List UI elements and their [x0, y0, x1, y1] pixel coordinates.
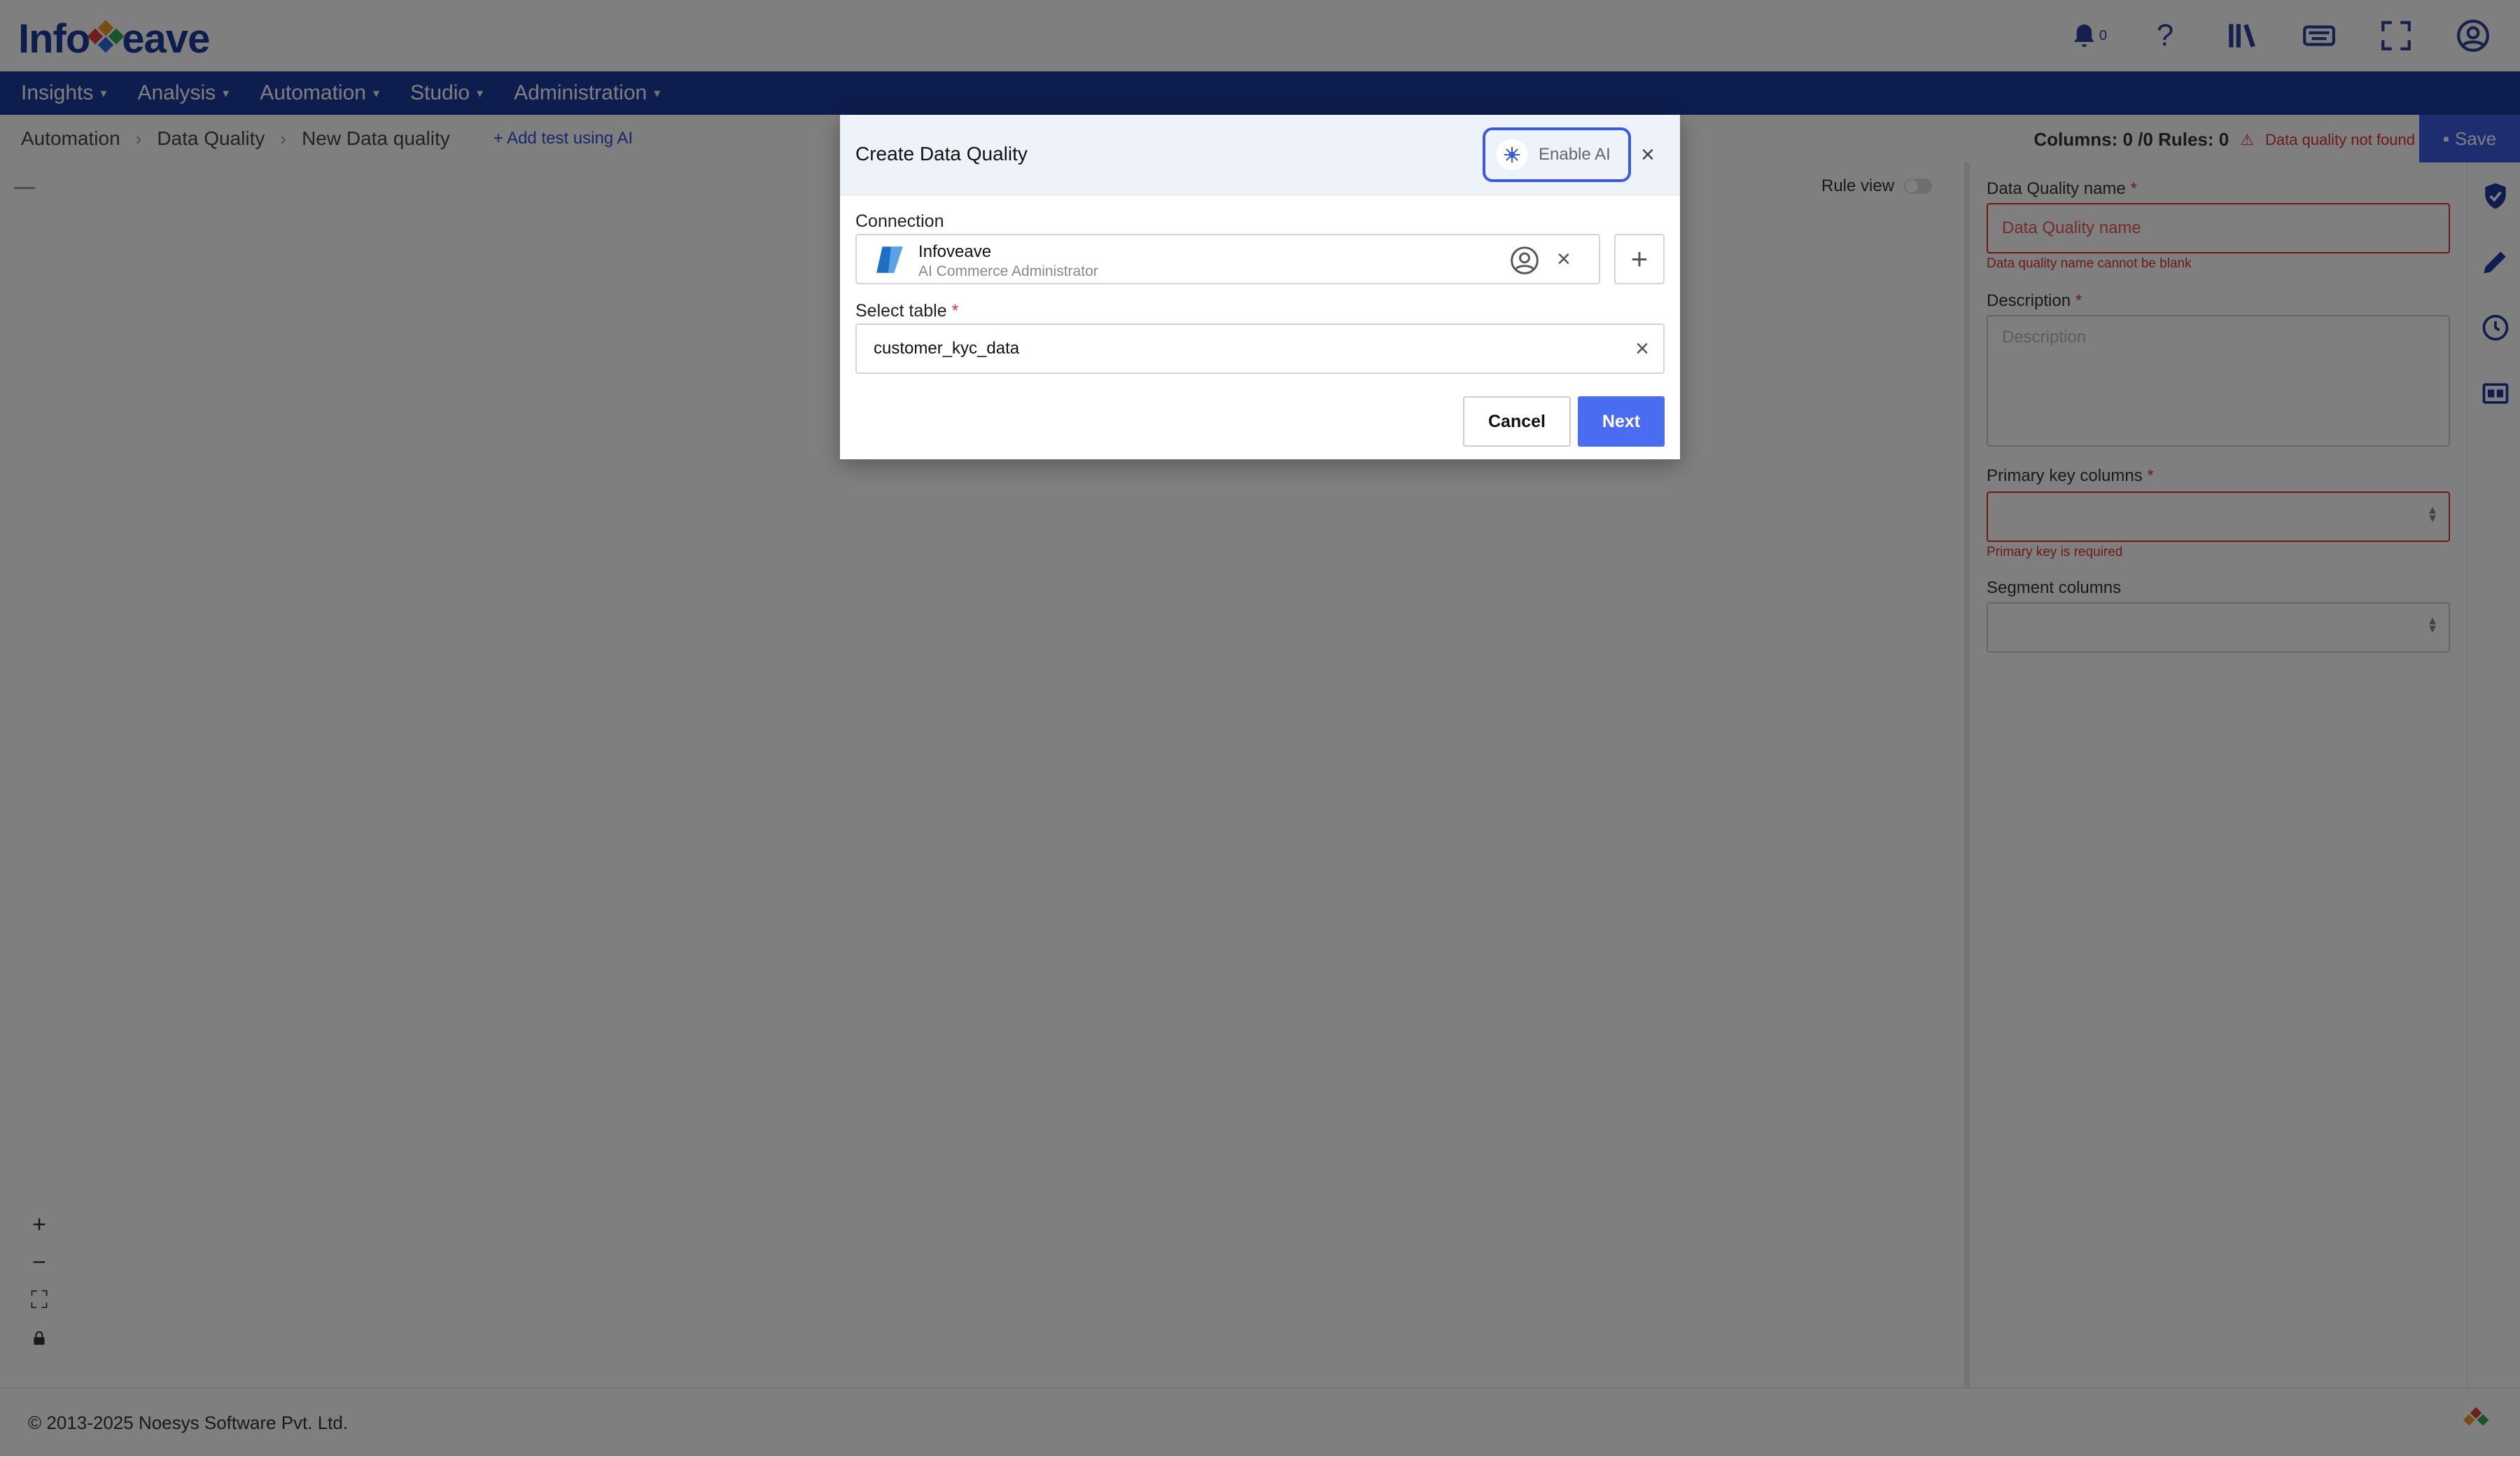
selected-table-value: customer_kyc_data: [874, 339, 1020, 358]
table-select[interactable]: customer_kyc_data ×: [855, 323, 1665, 374]
ai-sparkle-icon: [1497, 139, 1527, 170]
dialog-header: Create Data Quality Enable AI ×: [840, 115, 1680, 195]
select-table-label-text: Select table: [855, 301, 947, 321]
clear-table-icon[interactable]: ×: [1635, 335, 1649, 363]
enable-ai-button[interactable]: Enable AI: [1483, 127, 1631, 182]
enable-ai-label: Enable AI: [1539, 145, 1611, 164]
create-data-quality-dialog: Create Data Quality Enable AI × Connecti…: [840, 115, 1680, 459]
connection-subtitle: AI Commerce Administrator: [918, 263, 1098, 279]
required-mark: *: [951, 301, 959, 321]
connection-label: Connection: [855, 211, 944, 231]
close-icon[interactable]: ×: [1641, 143, 1655, 167]
dialog-title: Create Data Quality: [855, 143, 1028, 165]
database-connection-icon: [876, 246, 903, 273]
cancel-button[interactable]: Cancel: [1463, 396, 1571, 447]
next-button[interactable]: Next: [1578, 396, 1665, 447]
user-circle-icon[interactable]: [1509, 245, 1540, 276]
connection-name: Infoveave: [918, 242, 992, 261]
connection-select[interactable]: Infoveave AI Commerce Administrator ×: [855, 234, 1600, 284]
add-connection-button[interactable]: +: [1614, 234, 1665, 284]
clear-connection-icon[interactable]: ×: [1557, 245, 1571, 273]
select-table-label: Select table *: [855, 301, 958, 321]
